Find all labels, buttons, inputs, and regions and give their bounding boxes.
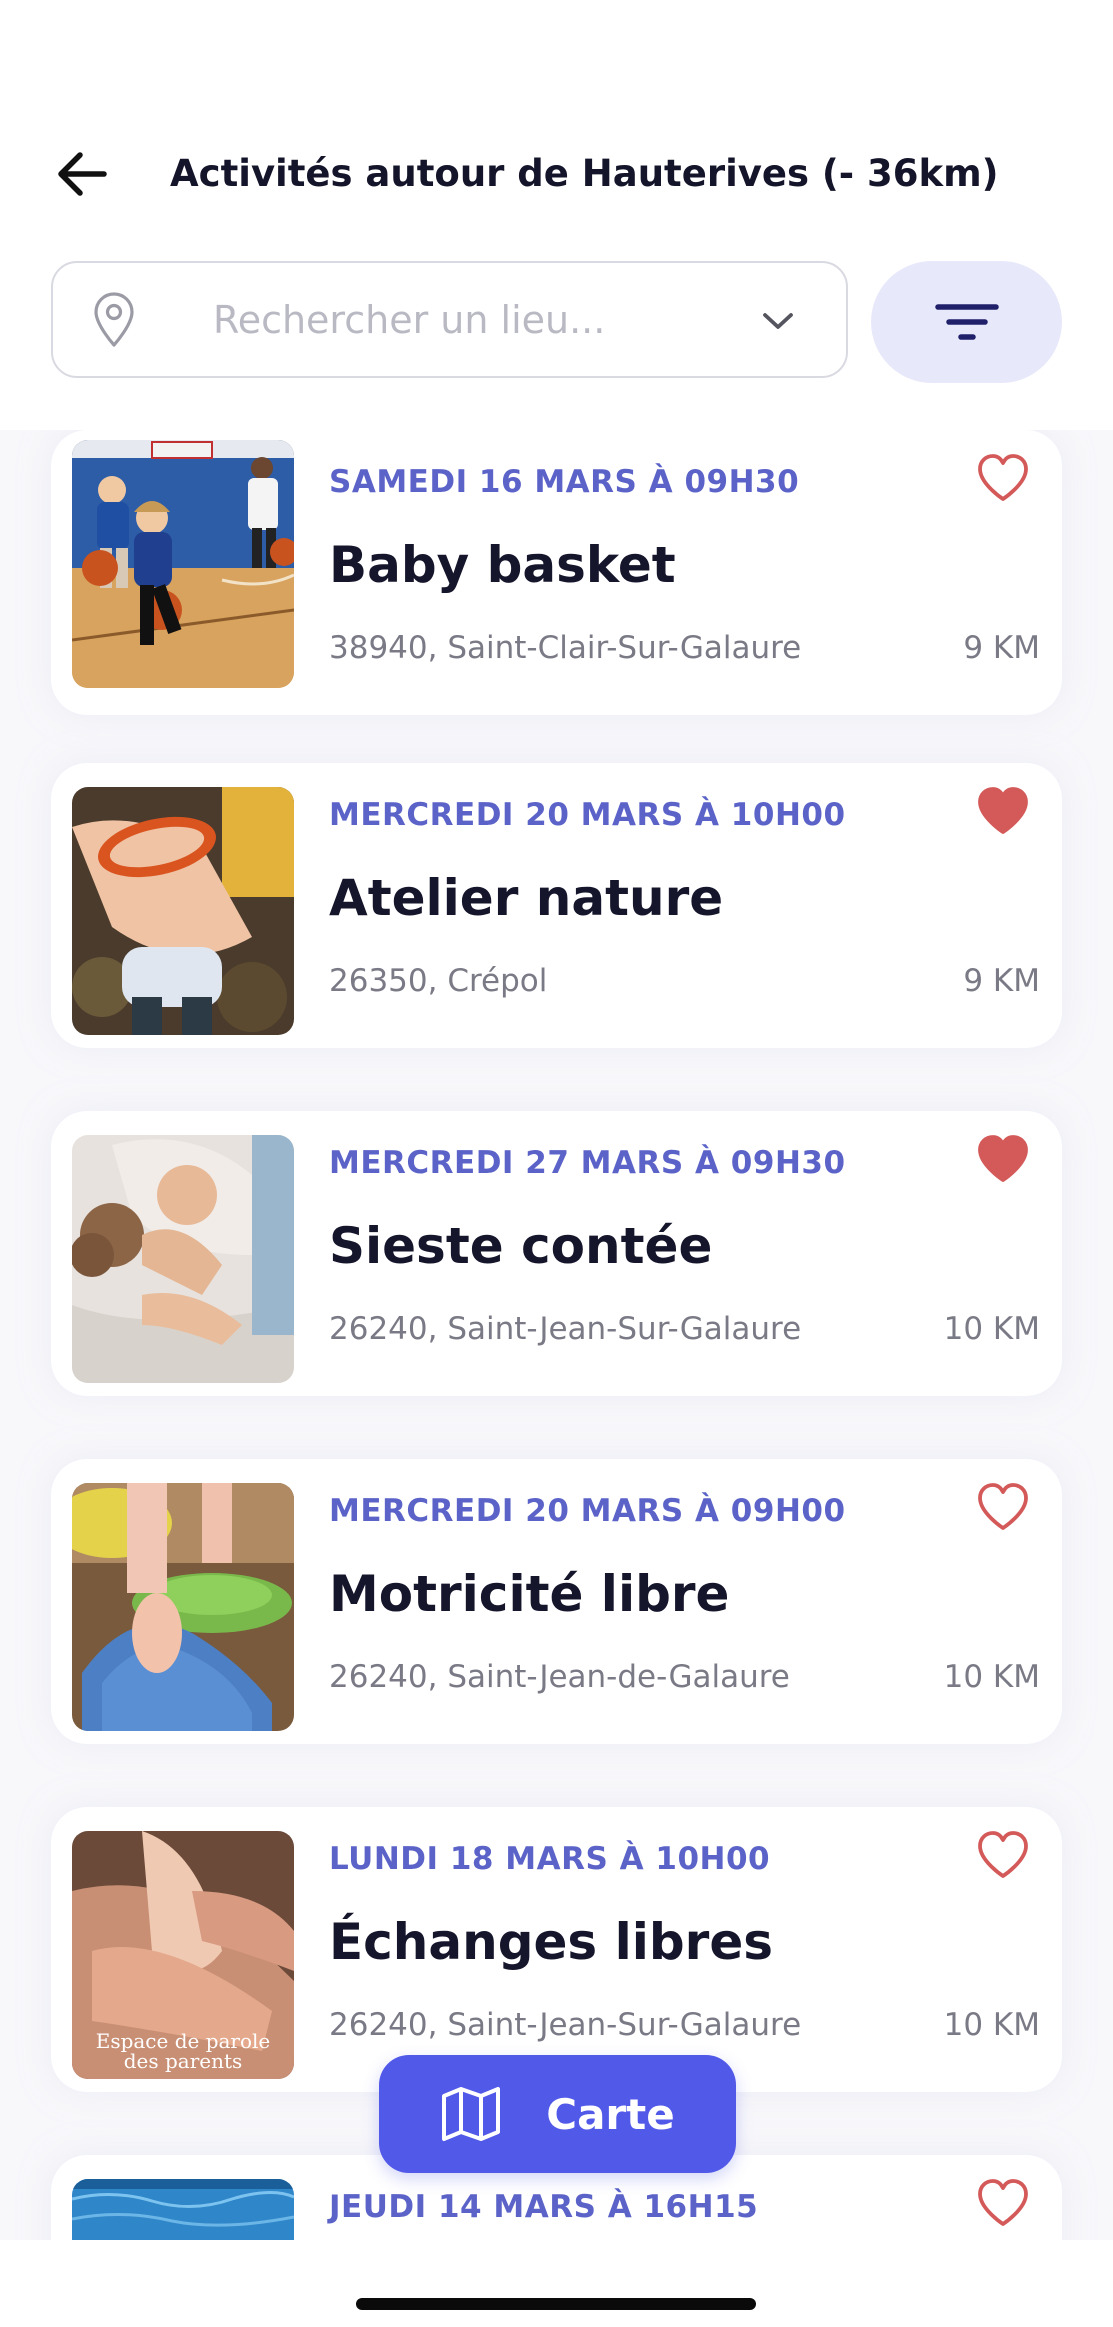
search-input[interactable] (213, 285, 713, 355)
activity-date: MERCREDI 27 MARS À 09H30 (329, 1145, 846, 1181)
activity-date: JEUDI 14 MARS À 16H15 (329, 2189, 759, 2225)
activity-distance: 9 KM (963, 963, 1040, 999)
activity-title: Motricité libre (329, 1565, 730, 1623)
activity-date: SAMEDI 16 MARS À 09H30 (329, 464, 800, 500)
home-indicator[interactable] (356, 2298, 756, 2310)
map-button-label: Carte (546, 2089, 675, 2139)
heart-icon[interactable] (975, 1133, 1031, 1185)
activity-title: Sieste contée (329, 1217, 713, 1275)
activity-location: 26240, Saint-Jean-Sur-Galaure (329, 1311, 802, 1347)
activity-location: 26240, Saint-Jean-Sur-Galaure (329, 2007, 802, 2043)
activity-location: 26240, Saint-Jean-de-Galaure (329, 1659, 790, 1695)
filter-icon (934, 304, 999, 340)
search-field[interactable] (51, 261, 848, 378)
activity-date: MERCREDI 20 MARS À 10H00 (329, 797, 846, 833)
header: Activités autour de Hauterives (- 36km) (0, 0, 1113, 430)
activity-card[interactable]: MERCREDI 20 MARS À 09H00 Motricité libre… (51, 1459, 1062, 1744)
activity-distance: 10 KM (943, 1659, 1040, 1695)
activity-card[interactable]: MERCREDI 27 MARS À 09H30 Sieste contée 2… (51, 1111, 1062, 1396)
heart-icon[interactable] (975, 1829, 1031, 1881)
activity-distance: 10 KM (943, 2007, 1040, 2043)
activity-title: Atelier nature (329, 869, 724, 927)
activity-card[interactable]: Espace de parole des parents LUNDI 18 MA… (51, 1807, 1062, 2092)
activity-image-atelier-nature (72, 787, 294, 1035)
activity-card[interactable]: MERCREDI 20 MARS À 10H00 Atelier nature … (51, 763, 1062, 1048)
bottom-safe-area (0, 2240, 1113, 2327)
back-button[interactable] (54, 148, 110, 200)
heart-icon[interactable] (975, 1481, 1031, 1533)
map-icon (442, 2087, 501, 2141)
activity-title: Baby basket (329, 536, 676, 594)
activity-date: LUNDI 18 MARS À 10H00 (329, 1841, 771, 1877)
activity-date: MERCREDI 20 MARS À 09H00 (329, 1493, 846, 1529)
heart-icon[interactable] (975, 452, 1031, 504)
page-title: Activités autour de Hauterives (- 36km) (170, 152, 999, 195)
activity-distance: 10 KM (943, 1311, 1040, 1347)
activity-image-sieste-contee (72, 1135, 294, 1383)
activity-title: Échanges libres (329, 1913, 773, 1971)
activity-image-motricite-libre (72, 1483, 294, 1731)
heart-icon[interactable] (975, 2177, 1031, 2229)
activity-card[interactable]: SAMEDI 16 MARS À 09H30 Baby basket 38940… (51, 430, 1062, 715)
arrow-left-icon (58, 152, 107, 196)
activity-image-pool (72, 2179, 294, 2240)
map-pin-icon (94, 292, 134, 347)
heart-icon[interactable] (975, 785, 1031, 837)
chevron-down-icon[interactable] (756, 299, 800, 343)
activity-list[interactable]: SAMEDI 16 MARS À 09H30 Baby basket 38940… (0, 430, 1113, 2240)
activity-location: 26350, Crépol (329, 963, 548, 999)
activity-location: 38940, Saint-Clair-Sur-Galaure (329, 630, 802, 666)
activity-distance: 9 KM (963, 630, 1040, 666)
activity-image-baby-basket (72, 440, 294, 688)
image-caption: des parents (123, 2049, 243, 2073)
activity-image-echanges-libres: Espace de parole des parents (72, 1831, 294, 2079)
filter-button[interactable] (871, 261, 1062, 383)
map-button[interactable]: Carte (379, 2055, 736, 2173)
